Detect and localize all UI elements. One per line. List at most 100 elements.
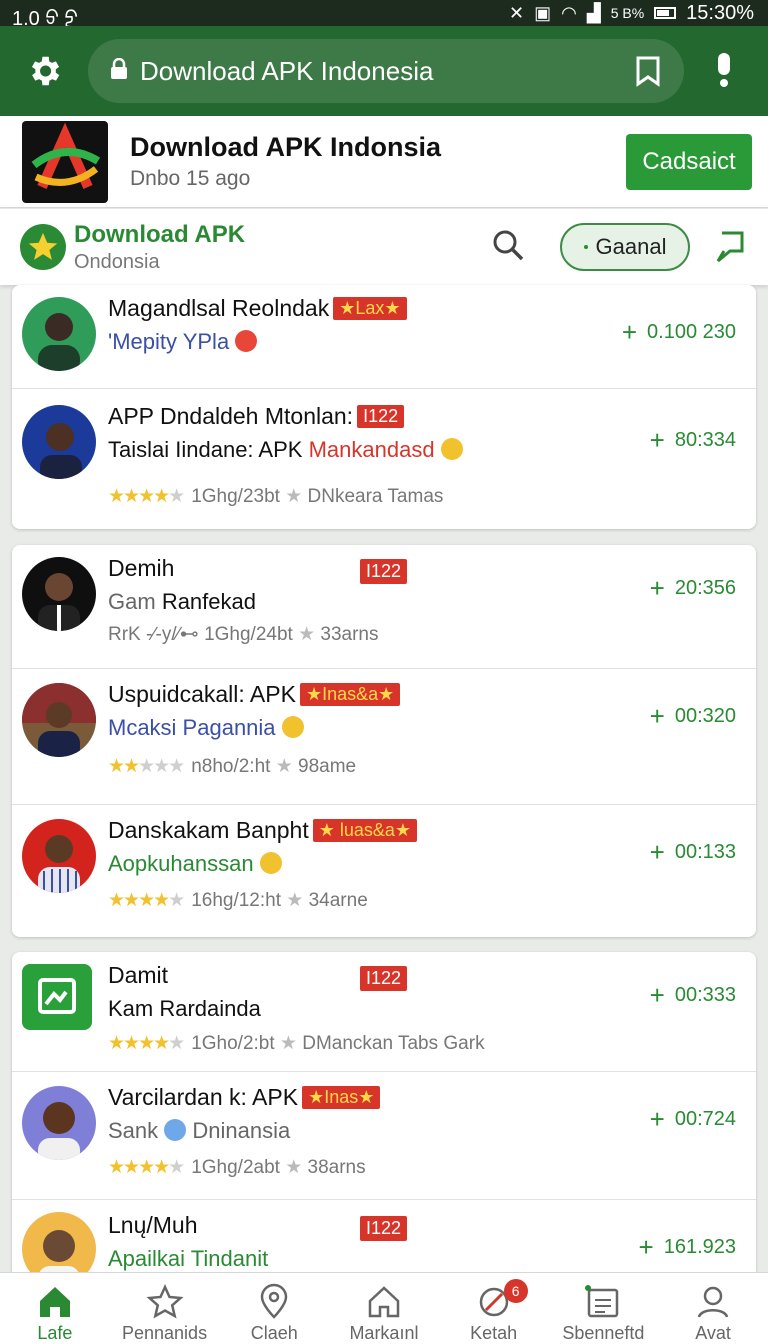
header-subtitle: Ondonsia [74,250,160,273]
nav-label: Ketah [470,1323,518,1343]
plus-icon: + [649,837,665,867]
item-meta: 34arne [308,890,368,911]
nfc-icon: ▣ [534,2,552,23]
list-item[interactable]: Magandlsal Reolndak ★Lax★ 'Mepity YPla +0… [12,285,756,389]
plus-icon: + [649,573,665,603]
list-item[interactable]: APP Dndaldeh Mtonlan: I122 Taislai Iindan… [12,389,756,529]
filter-chip[interactable]: Gaanal [560,223,690,271]
plus-icon: + [638,1232,654,1262]
item-title: Uspuidcakall: APK [108,681,296,707]
item-title: Demih [108,555,175,581]
nav-item-calendar[interactable]: Sbenneftd [549,1273,657,1344]
list-item[interactable]: Demih I122 Gam Ranfekad RrK -∕-y/∕⊷ 1Ghg… [12,545,756,669]
download-count: +80:334 [649,425,736,455]
item-subtitle: Apailkai Tindanit [108,1246,269,1271]
plus-icon: + [649,1104,665,1134]
download-count: +0.100 230 [621,317,736,347]
item-badge: ★Inas★ [302,1086,381,1109]
url-bar[interactable]: Download APK Indonesia [88,39,684,103]
plus-icon: + [649,425,665,455]
item-subtitle: Sank [108,1118,159,1143]
item-badge: I122 [360,966,408,991]
item-title: Danskakam Banpht [108,817,309,843]
item-meta: 33arns [320,624,379,645]
status-time: 15:30% [686,1,754,24]
app-logo [22,120,108,203]
avatar [22,405,96,479]
item-size: n8ho/2:ht [191,756,271,777]
user-icon [697,1286,729,1318]
item-badge: I122 [360,559,408,584]
nav-item-profile[interactable]: Avat [659,1273,767,1344]
nav-label: Lafe [37,1323,73,1343]
item-size: 1Ghg/24bt [204,624,293,645]
signal-icon: ▟ [586,2,601,23]
search-icon[interactable] [490,227,530,267]
list-item[interactable]: Lnų/Muh I122 Apailkai Tindanit +161.923 [12,1200,756,1282]
plus-icon: + [649,701,665,731]
emoji-icon [235,330,258,352]
list-item[interactable]: Uspuidcakall: APK ★Inas&a★ Mcaksi Paganni… [12,669,756,805]
list-card: Demih I122 Gam Ranfekad RrK -∕-y/∕⊷ 1Ghg… [12,545,756,937]
avatar [22,297,96,371]
item-subtitle: Kam Rardainda [108,996,261,1021]
item-title: Magandlsal Reolndak [108,295,330,321]
nav-item-ketah[interactable]: 6 Ketah [440,1273,548,1344]
item-subtitle: Mcaksi Pagannia [108,715,276,740]
nav-item-home[interactable]: Lafe [1,1273,109,1344]
heart-icon [260,1283,288,1319]
item-subtitle: 'Mepity YPla [108,329,230,354]
list-item[interactable]: Danskakam Banpht ★ luas&a★ Aopkuhanssan ★… [12,805,756,937]
status-bar: 1.0 ᢒ ᢓ ✕ ▣ ◠ ▟ 5 B% 15:30% [0,0,768,30]
avatar [22,683,96,757]
item-subtitle-highlight: Ranfekad [161,589,256,614]
item-subtitle: Aopkuhanssan [108,851,254,876]
calendar-icon [585,1285,619,1318]
item-subtitle: Taislai Iindane: APK [108,437,303,462]
app-bar: Download APK Indonesia [0,26,768,116]
gear-icon[interactable] [20,47,68,95]
bookmark-icon[interactable] [634,55,662,87]
nav-label: Claeh [250,1323,298,1343]
bottom-nav: Lafe Pennanids Claeh Markaınl 6 Ketah Sb… [0,1272,768,1344]
emoji-icon [259,852,282,874]
app-icon [22,964,92,1030]
item-size: 1Ghg/2abt [191,1157,280,1178]
plus-icon: + [621,317,638,347]
chat-icon[interactable] [712,229,748,265]
download-count: +00:333 [649,980,736,1010]
avatar [22,557,96,631]
item-size: 1Gho/2:bt [191,1033,275,1054]
item-meta: 98ame [298,756,357,777]
chip-label: Gaanal [595,234,667,259]
chip-dot [583,245,588,249]
mute-icon: ✕ [509,2,525,23]
url-text: Download APK Indonesia [140,55,434,86]
item-badge: I122 [360,1216,408,1241]
download-count: +00:133 [649,837,736,867]
nav-item-location[interactable]: Claeh [220,1273,328,1344]
item-subtitle: Gam [108,589,156,614]
item-title: Lnų/Muh [108,1212,198,1238]
battery-percent: 5 B% [610,5,645,21]
lock-icon [110,56,128,87]
list-card: Damit I122 Kam Rardainda ★★★★★ 1Gho/2:bt … [12,952,756,1282]
download-count: +20:356 [649,573,736,603]
item-badge: ★Lax★ [333,297,407,320]
emoji-icon [164,1119,187,1141]
list-card: Magandlsal Reolndak ★Lax★ 'Mepity YPla +0… [12,285,756,529]
nav-item-star[interactable]: Pennanids [111,1273,219,1344]
item-badge: ★Inas&a★ [299,683,401,706]
avatar [22,1086,96,1160]
download-button[interactable]: Cadsaict [626,133,752,190]
battery-icon [654,7,677,19]
list-item[interactable]: Damit I122 Kam Rardainda ★★★★★ 1Gho/2:bt … [12,952,756,1072]
rating-stars: ★★★★★ [108,756,185,777]
item-badge: I122 [357,405,405,428]
alert-icon[interactable] [714,51,734,91]
item-size: 1Ghg/23bt [191,486,280,507]
nav-item-market[interactable]: Markaınl [330,1273,438,1344]
list-item[interactable]: Varcilardan k: APK ★Inas★ Sank Dninansia … [12,1072,756,1200]
item-title: Damit [108,962,169,988]
item-title: Varcilardan k: APK [108,1084,299,1110]
